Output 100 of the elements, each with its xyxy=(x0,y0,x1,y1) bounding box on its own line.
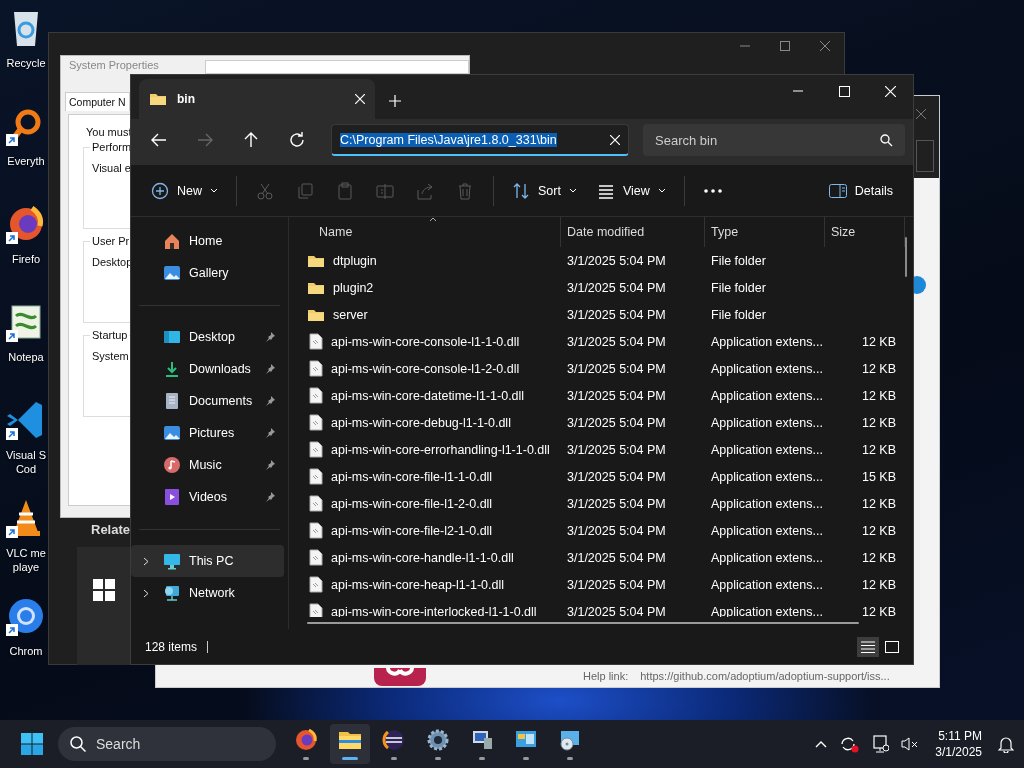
desktop-icon-label[interactable]: VLC me playe xyxy=(6,546,46,574)
size-cell-text: 12 KB xyxy=(860,496,897,511)
computer-icon xyxy=(470,728,494,752)
file-name[interactable]: api-ms-win-core-console-l1-2-0.dll xyxy=(331,361,520,376)
folder-icon xyxy=(307,307,325,322)
document-icon xyxy=(309,414,323,431)
size-cell-text: 12 KB xyxy=(860,334,897,349)
file-name[interactable]: api-ms-win-core-file-l1-1-0.dll xyxy=(331,469,493,484)
sidebar-item[interactable]: Desktop xyxy=(131,321,284,353)
file-name[interactable]: dtplugin xyxy=(333,253,377,268)
maximize-icon[interactable] xyxy=(838,85,850,97)
sidebar-item[interactable]: Pictures xyxy=(131,417,284,449)
sidebar-item[interactable]: Gallery xyxy=(131,257,284,289)
type-cell-text: File folder xyxy=(710,307,767,322)
file-name[interactable]: api-ms-win-core-heap-l1-1-0.dll xyxy=(331,577,504,592)
picture-icon xyxy=(163,424,181,442)
document-icon xyxy=(309,360,323,377)
size-cell-text: 12 KB xyxy=(860,415,897,430)
size-cell-text: 12 KB xyxy=(860,361,897,376)
desktop-icon-label[interactable]: Notepa xyxy=(8,350,44,364)
bell-icon[interactable] xyxy=(998,735,1014,753)
group-title: User Pr xyxy=(90,235,132,247)
input-field[interactable] xyxy=(916,140,934,172)
clear-icon[interactable] xyxy=(610,134,620,145)
new-button[interactable]: New xyxy=(143,173,226,208)
view-button[interactable]: View xyxy=(588,173,674,208)
date-cell-text: 3/1/2025 5:04 PM xyxy=(566,334,667,349)
network-icon[interactable] xyxy=(871,735,890,753)
column-header[interactable]: Date modified xyxy=(561,217,705,247)
browser-icon xyxy=(6,596,46,636)
file-name[interactable]: server xyxy=(333,307,368,322)
plus-circle-icon xyxy=(151,181,169,200)
file-name[interactable]: api-ms-win-core-console-l1-1-0.dll xyxy=(331,334,520,349)
sidebar-item[interactable]: Music xyxy=(131,449,284,481)
plus-icon[interactable] xyxy=(389,95,401,107)
taskbar-app-button[interactable] xyxy=(330,724,370,764)
pin-icon xyxy=(264,491,276,503)
sidebar-item[interactable]: Network xyxy=(131,577,284,609)
type-cell-text: Application extens... xyxy=(710,550,824,565)
sidebar-item[interactable]: This PC xyxy=(131,545,284,577)
disc-window-icon xyxy=(558,728,582,752)
type-cell-text: Application extens... xyxy=(710,334,824,349)
file-name[interactable]: api-ms-win-core-datetime-l1-1-0.dll xyxy=(331,388,525,403)
arrow-left-icon xyxy=(150,131,168,149)
sort-button[interactable]: Sort xyxy=(504,173,585,208)
date-cell-text: 3/1/2025 5:04 PM xyxy=(566,253,667,268)
file-name[interactable]: api-ms-win-core-debug-l1-1-0.dll xyxy=(331,415,511,430)
file-name[interactable]: plugin2 xyxy=(333,280,374,295)
desktop-icon-label[interactable]: Firefo xyxy=(11,252,41,266)
search-field[interactable]: Search xyxy=(58,727,276,761)
folder-icon xyxy=(307,253,325,268)
more-icon xyxy=(702,187,723,194)
date-cell-text: 3/1/2025 5:04 PM xyxy=(566,577,667,592)
chevron-right-icon[interactable] xyxy=(143,557,149,566)
help-link[interactable]: https://github.com/adoptium/adoptium-support/iss... xyxy=(640,670,890,682)
sidebar-item[interactable]: Documents xyxy=(131,385,284,417)
group-text: Visual e xyxy=(92,162,131,174)
sync-icon[interactable] xyxy=(839,735,860,753)
file-name[interactable]: api-ms-win-core-file-l1-2-0.dll xyxy=(331,496,493,511)
column-header[interactable]: Type xyxy=(705,217,825,247)
desktop-icon-label[interactable]: Everyth xyxy=(7,154,45,168)
speaker-muted-icon[interactable] xyxy=(901,736,920,752)
details-view-button[interactable] xyxy=(857,636,879,657)
sort-icon xyxy=(512,181,530,200)
video-icon xyxy=(163,488,181,506)
sidebar-item[interactable]: Home xyxy=(131,225,284,257)
file-name[interactable]: api-ms-win-core-errorhandling-l1-1-0.dll xyxy=(331,442,550,457)
date-cell-text: 3/1/2025 5:04 PM xyxy=(566,388,667,403)
address-field[interactable]: C:\Program Files\Java\jre1.8.0_331\bin xyxy=(331,124,629,156)
document-icon xyxy=(309,522,323,539)
chevron-right-icon[interactable] xyxy=(143,589,149,598)
tab[interactable]: Computer N xyxy=(65,92,130,111)
tile-icon xyxy=(885,640,899,653)
desktop-icon-label[interactable]: Visual S Cod xyxy=(5,448,47,476)
group-text: System xyxy=(92,350,129,362)
document-icon xyxy=(309,549,323,566)
document-icon xyxy=(309,603,323,617)
desktop-icon-label[interactable]: Recycle xyxy=(6,56,46,70)
details-button[interactable]: Details xyxy=(820,173,901,208)
date-cell-text: 3/1/2025 5:04 PM xyxy=(566,550,667,565)
clock[interactable]: 5:11 PM 3/1/2025 xyxy=(935,728,982,760)
arrow-up-icon xyxy=(242,131,260,149)
tab[interactable]: bin xyxy=(139,79,375,119)
size-cell-text: 12 KB xyxy=(860,604,897,617)
refresh-icon xyxy=(288,131,306,149)
desktop-icon-label[interactable]: Chrom xyxy=(9,644,43,658)
arrow-right-icon xyxy=(196,131,214,149)
scrollbar-thumb[interactable] xyxy=(307,622,859,624)
column-header[interactable]: Name xyxy=(289,217,561,247)
maximize-icon xyxy=(780,41,790,51)
type-cell-text: Application extens... xyxy=(710,469,824,484)
sidebar-item[interactable]: Downloads xyxy=(131,353,284,385)
sidebar-item[interactable]: Videos xyxy=(131,481,284,513)
file-name[interactable]: api-ms-win-core-handle-l1-1-0.dll xyxy=(331,550,514,565)
scrollbar-thumb[interactable] xyxy=(905,237,907,277)
monitor-icon xyxy=(163,328,181,346)
file-name[interactable]: api-ms-win-core-file-l2-1-0.dll xyxy=(331,523,493,538)
chevron-up-icon[interactable] xyxy=(815,740,828,748)
window-title: System Properties xyxy=(69,59,159,71)
search-field[interactable]: Search bin xyxy=(643,124,905,156)
